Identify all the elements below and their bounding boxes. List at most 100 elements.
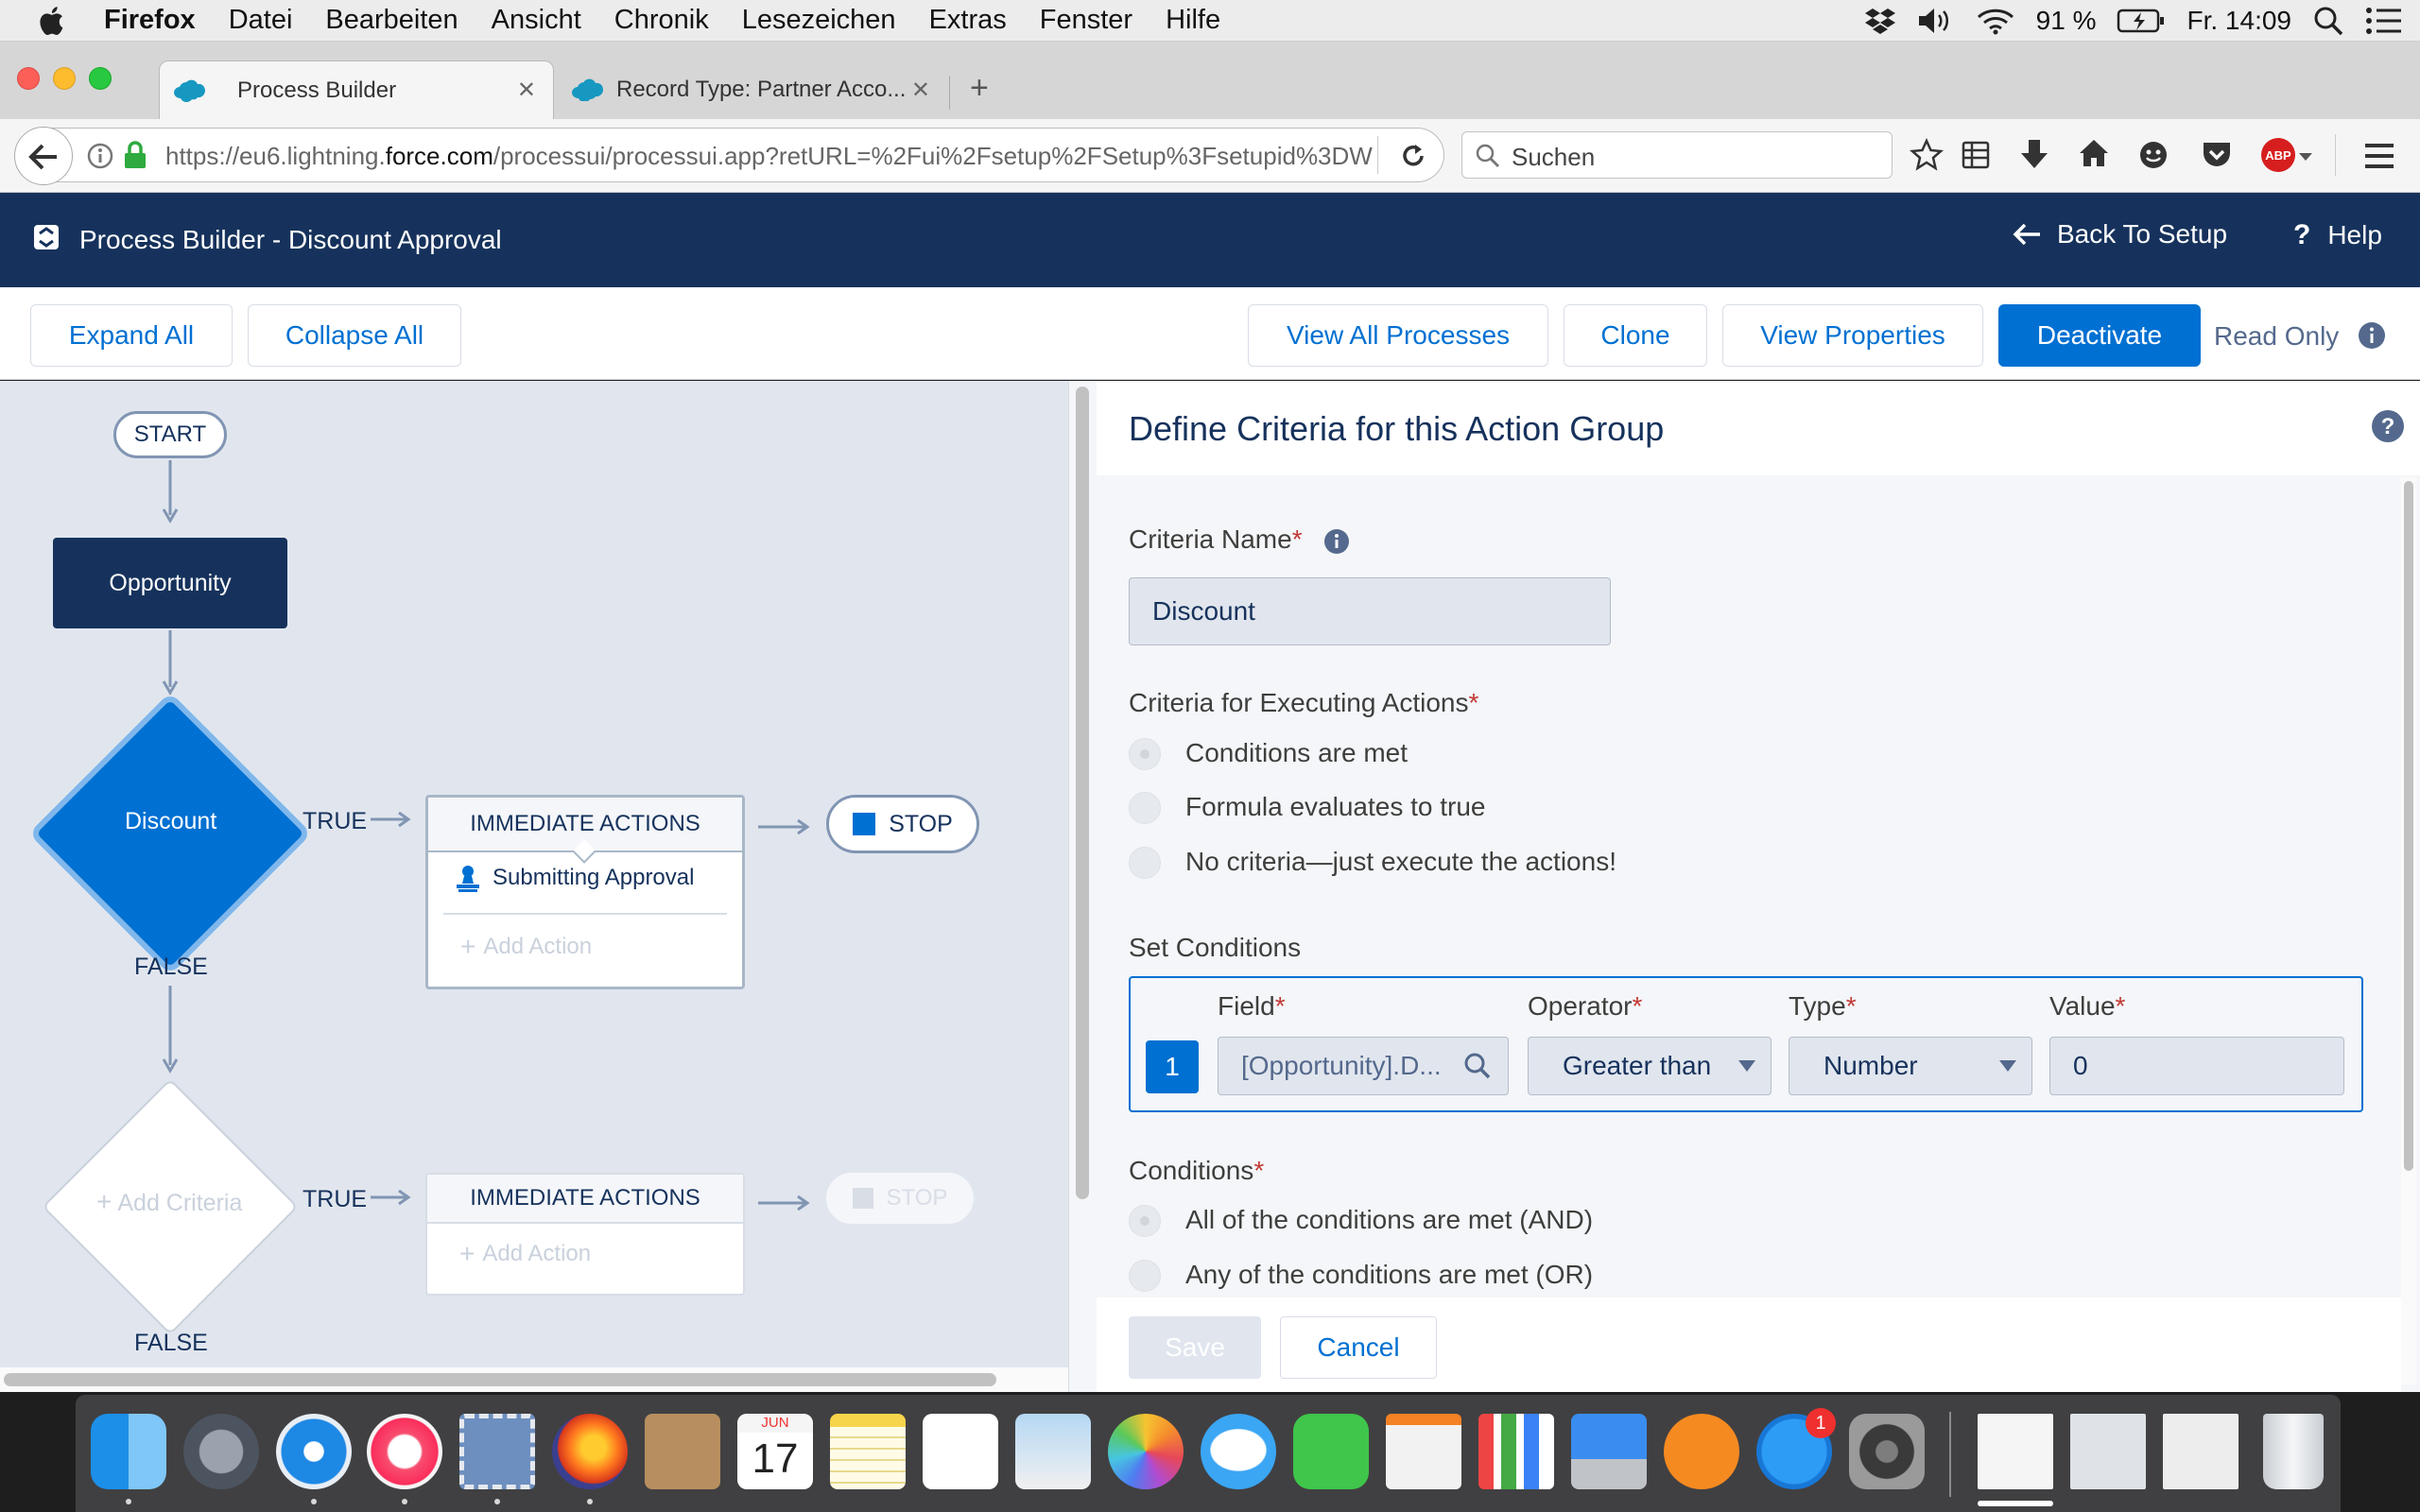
firefox-icon[interactable] [552,1414,628,1489]
radio-any-conditions[interactable] [1129,1260,1161,1292]
facetime-icon[interactable] [1293,1414,1369,1489]
search-icon[interactable] [1462,1051,1493,1081]
home-icon[interactable] [2078,138,2110,168]
reload-icon[interactable] [1398,141,1428,171]
panel-scrollbar-thumb[interactable] [2404,481,2413,1171]
radio-formula-true[interactable] [1129,792,1161,824]
menu-chronik[interactable]: Chronik [614,5,709,36]
apple-icon[interactable] [36,4,70,38]
expand-all-button[interactable]: Expand All [30,304,233,367]
numbers-icon[interactable] [1478,1414,1554,1489]
menu-hilfe[interactable]: Hilfe [1166,5,1220,36]
info-icon[interactable] [2358,321,2386,350]
action-item-submitting-approval[interactable]: Submitting Approval [455,864,694,892]
menu-bearbeiten[interactable]: Bearbeiten [325,5,458,36]
tab-close-icon[interactable]: ✕ [517,77,536,104]
keynote-icon[interactable] [1571,1414,1647,1489]
menu-app-name[interactable]: Firefox [104,5,196,36]
downloads-stack-icon[interactable] [1978,1414,2053,1489]
field-picker[interactable]: [Opportunity].D... [1218,1037,1509,1095]
criteria-name-input[interactable]: Discount [1129,577,1611,645]
hello-chat-icon[interactable] [2138,140,2169,170]
radio-all-conditions[interactable] [1129,1205,1161,1237]
url-bar[interactable]: https://eu6.lightning.force.com/processu… [14,127,1444,185]
horizontal-scrollbar-thumb[interactable] [4,1373,996,1386]
view-properties-button[interactable]: View Properties [1722,304,1983,367]
new-tab-plus-icon[interactable]: + [970,70,989,107]
info-circle-icon[interactable] [86,142,114,170]
hamburger-menu-icon[interactable] [2363,142,2395,170]
menu-lesezeichen[interactable]: Lesezeichen [742,5,896,36]
menu-fenster[interactable]: Fenster [1040,5,1132,36]
calendar-icon[interactable]: JUN 17 [737,1414,813,1489]
menu-clock[interactable]: Fr. 14:09 [2187,6,2291,36]
screenshot-stack-icon[interactable] [2070,1414,2146,1489]
menu-extras[interactable]: Extras [929,5,1007,36]
system-preferences-icon[interactable] [1849,1414,1925,1489]
window-minimize-button[interactable] [53,67,76,90]
radio-no-criteria[interactable] [1129,847,1161,879]
maps-icon[interactable] [1015,1414,1091,1489]
notes-icon[interactable] [830,1414,906,1489]
window-zoom-button[interactable] [89,67,112,90]
toolbar-divider [2335,134,2336,176]
svg-text:?: ? [2381,414,2395,439]
type-select[interactable]: Number [1789,1037,2032,1095]
trash-icon[interactable] [2263,1414,2324,1489]
menu-ansicht[interactable]: Ansicht [492,5,581,36]
add-action-link[interactable]: + Add Action [459,1239,591,1269]
back-to-setup-link[interactable]: Back To Setup [2012,219,2227,249]
help-link[interactable]: ? Help [2293,219,2382,251]
back-button[interactable] [14,127,73,185]
cancel-button[interactable]: Cancel [1280,1316,1437,1379]
documents-stack-icon[interactable] [2163,1414,2238,1489]
vertical-scrollbar-thumb[interactable] [1076,387,1089,1199]
finder-icon[interactable] [91,1414,166,1489]
deactivate-button[interactable]: Deactivate [1998,304,2201,367]
value-input[interactable]: 0 [2049,1037,2344,1095]
add-criteria-label[interactable]: + Add Criteria [96,1189,242,1217]
chevron-down-icon[interactable] [2299,153,2312,161]
collapse-all-button[interactable]: Collapse All [248,304,461,367]
operator-select[interactable]: Greater than [1528,1037,1772,1095]
info-icon[interactable] [1323,528,1350,555]
object-node-opportunity[interactable]: Opportunity [53,538,287,628]
itunes-icon[interactable] [367,1414,442,1489]
pages-icon[interactable] [1386,1414,1461,1489]
photos-icon[interactable] [1108,1414,1184,1489]
messages-icon[interactable] [1201,1414,1276,1489]
wifi-icon[interactable] [1976,7,2015,35]
salesforce-cloud-icon [174,79,205,102]
dropbox-icon[interactable] [1864,7,1896,35]
bookmark-star-icon[interactable] [1910,138,1944,172]
notification-center-icon[interactable] [2365,6,2403,36]
tab-process-builder[interactable]: Process Builder ✕ [159,60,554,119]
mail-icon[interactable] [459,1414,535,1489]
ibooks-icon[interactable] [1664,1414,1739,1489]
safari-icon[interactable] [276,1414,352,1489]
clone-button[interactable]: Clone [1564,304,1707,367]
radio-conditions-met[interactable] [1129,738,1161,770]
add-action-link[interactable]: + Add Action [460,932,592,962]
battery-icon[interactable] [2117,8,2166,34]
adblock-plus-icon[interactable]: ABP [2261,138,2295,172]
launchpad-icon[interactable] [183,1414,259,1489]
window-close-button[interactable] [17,67,40,90]
menu-datei[interactable]: Datei [229,5,293,36]
search-input[interactable]: Suchen [1461,131,1893,179]
tab-record-type[interactable]: Record Type: Partner Acco... ✕ [563,60,947,119]
save-button[interactable]: Save [1129,1316,1261,1379]
spotlight-icon[interactable] [2312,5,2344,37]
reading-list-icon[interactable] [1961,140,1991,170]
contacts-icon[interactable] [645,1414,720,1489]
reminders-icon[interactable] [923,1414,998,1489]
help-question-icon[interactable]: ? [2371,409,2405,443]
immediate-actions-panel: IMMEDIATE ACTIONS Submitting Approval + … [425,795,745,989]
pocket-icon[interactable] [2201,140,2233,170]
criteria-panel: Define Criteria for this Action Group ? … [1097,381,2420,1392]
view-all-processes-button[interactable]: View All Processes [1248,304,1548,367]
download-icon[interactable] [2019,138,2049,170]
browser-nav-bar: https://eu6.lightning.force.com/processu… [0,119,2420,193]
tab-close-icon[interactable]: ✕ [911,77,930,104]
volume-icon[interactable] [1917,7,1955,35]
